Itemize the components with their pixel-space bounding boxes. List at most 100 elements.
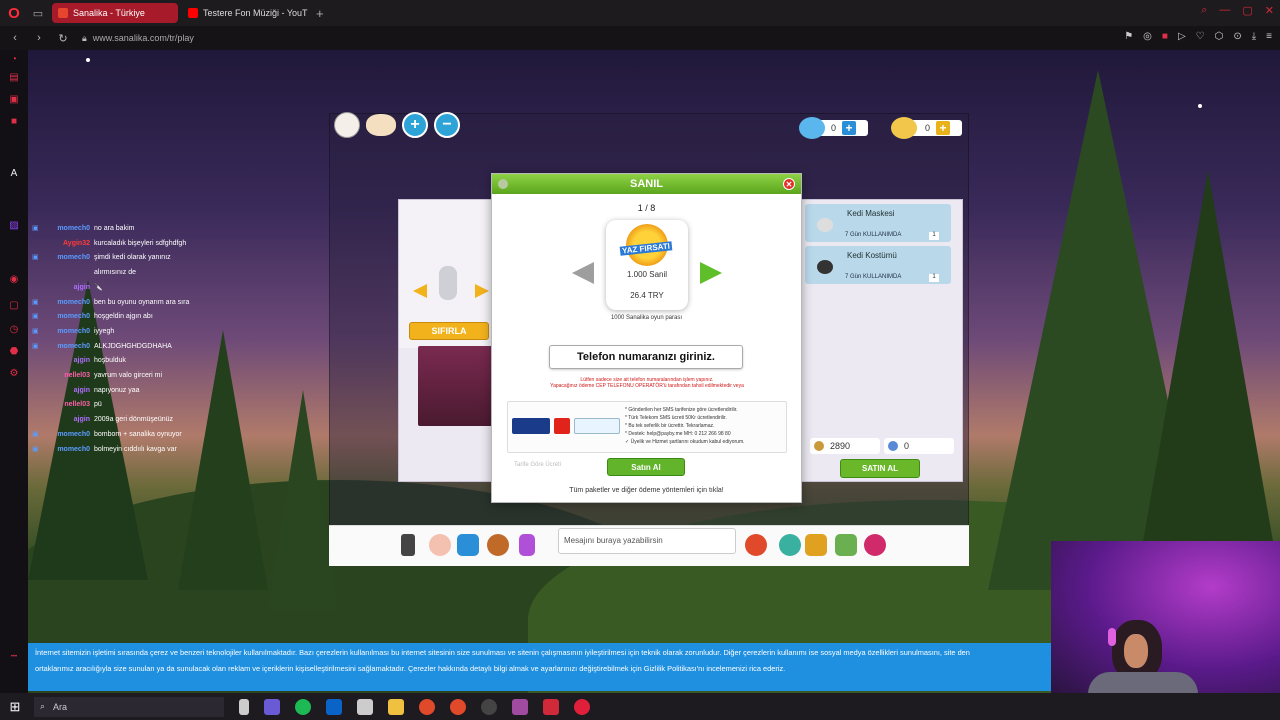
lock-icon: 🔒︎ (82, 32, 87, 43)
back-button[interactable]: ‹ (6, 32, 24, 44)
chat-message: ▣ momech0 hoşgeldin ajgın abı (32, 310, 262, 325)
cube-icon[interactable]: ⬡ (1215, 31, 1224, 42)
shop-item[interactable]: Kedi Maskesi 7 Gün KULLANIMDA 1 (805, 204, 951, 242)
chat-text: pü (94, 401, 102, 409)
play-icon[interactable]: ▷ (1178, 31, 1186, 42)
file-explorer-icon[interactable] (388, 698, 404, 715)
all-packages-link[interactable]: Tüm paketler ve diğer ödeme yöntemleri i… (492, 487, 801, 494)
tab-sanalika[interactable]: Sanalika - Türkiye (52, 3, 178, 23)
chat-text: yavrum valo girceri mi (94, 372, 163, 380)
avatar-icon[interactable] (334, 112, 360, 138)
next-package-arrow-icon[interactable] (700, 262, 722, 284)
windows-start-icon[interactable]: ⊞ (0, 693, 30, 720)
package-card[interactable]: YAZ FIRSATI 1.000 Sanil 26.4 TRY (606, 220, 688, 310)
outlook-icon[interactable] (326, 698, 342, 715)
zoom-in-icon[interactable]: + (402, 112, 428, 138)
operator-box: * Gönderilen her SMS tarifenize göre ücr… (507, 401, 787, 453)
add-coin-button[interactable]: + (936, 121, 951, 135)
address-field[interactable]: 🔒︎ www.sanalika.com/tr/play (82, 33, 194, 44)
calculator-icon[interactable] (357, 698, 373, 715)
chrome-icon-2[interactable] (450, 698, 466, 715)
phone-icon[interactable] (401, 534, 415, 556)
minimize-button[interactable]: — (1219, 4, 1230, 17)
sidebar-shop-icon[interactable]: ▤ (7, 72, 21, 84)
shop-item[interactable]: Kedi Kostümü 7 Gün KULLANIMDA 1 (805, 246, 951, 284)
cookie-banner[interactable]: İnternet sitemizin işletimi sırasında çe… (28, 643, 1051, 691)
tab-menu-icon[interactable]: ▭ (28, 0, 48, 26)
sidebar-clock-icon[interactable]: ◷ (7, 324, 21, 336)
bookmark-icon[interactable]: ⚑ (1124, 31, 1133, 42)
forward-button[interactable]: › (30, 32, 48, 44)
sidebar-feed-icon[interactable]: ▢ (7, 300, 21, 312)
chat-bubble-icon[interactable] (745, 534, 767, 556)
search-placeholder: Ara (53, 701, 68, 712)
dance-icon[interactable] (519, 534, 535, 556)
zoom-out-icon[interactable]: − (434, 112, 460, 138)
copilot-icon[interactable] (264, 698, 280, 715)
search-icon: ⌕ (40, 701, 46, 711)
close-icon[interactable]: ✕ (783, 178, 795, 190)
add-diamond-button[interactable]: + (842, 121, 857, 135)
room-preview (418, 346, 494, 426)
friends-icon[interactable] (487, 534, 509, 556)
emoji-icon[interactable] (779, 534, 801, 556)
package-description: 1000 Sanalika oyun parası (610, 315, 683, 321)
spotify-icon[interactable] (295, 698, 311, 715)
sidebar-more-icon[interactable]: ••• (7, 654, 21, 666)
camera-icon[interactable]: ◎ (1143, 31, 1152, 42)
tab-youtube[interactable]: Testere Fon Müziği - YouT (182, 3, 308, 23)
sidebar-settings-icon[interactable]: ⚙ (7, 368, 21, 380)
obs-icon[interactable] (481, 698, 497, 715)
reload-button[interactable]: ↻ (54, 32, 72, 45)
sidebar-twitch-icon[interactable]: ▨ (7, 220, 21, 232)
shield-icon[interactable]: ■ (1162, 31, 1168, 42)
reset-button[interactable]: SIFIRLA (409, 322, 489, 340)
chat-message: ▣ momech0 bolmeyin cıddıılı kavga var (32, 443, 262, 458)
prev-package-arrow-icon[interactable] (572, 262, 594, 284)
new-tab-button[interactable]: + (316, 6, 324, 21)
phone-number-field[interactable]: Telefon numaranızı giriniz. (549, 345, 743, 369)
winrar-icon[interactable] (512, 698, 528, 715)
clothes-icon[interactable] (457, 534, 479, 556)
chat-username: momech0 (57, 327, 90, 335)
heart-icon[interactable]: ♡ (1196, 31, 1205, 42)
twitch-icon: ▣ (32, 430, 39, 438)
tree-decoration (268, 390, 338, 610)
opera-gx-icon[interactable] (543, 698, 559, 715)
sidebar-history-icon[interactable]: ◔ (7, 54, 21, 66)
speech-icon[interactable] (366, 114, 396, 136)
gesture-icon[interactable] (429, 534, 451, 556)
sidebar-music-icon[interactable]: ◉ (7, 274, 21, 286)
game-chat-input[interactable]: Mesajını buraya yazabilirsin (558, 528, 736, 554)
sidebar-aria-icon[interactable]: A (7, 168, 21, 180)
search-tabs-icon[interactable]: ⌕ (1201, 4, 1207, 17)
sidebar-mail-icon[interactable]: ▣ (7, 94, 21, 106)
sidebar-extensions-icon[interactable]: ⬣ (7, 346, 21, 358)
download-icon[interactable]: ⤓ (1252, 31, 1256, 42)
close-window-button[interactable]: ✕ (1265, 4, 1274, 17)
buy-button[interactable]: Satın Al (607, 458, 685, 476)
sidebar-messenger-icon[interactable]: ■ (7, 116, 21, 128)
menu-icon[interactable]: ≡ (1266, 31, 1272, 42)
taskbar-search[interactable]: ⌕ Ara (34, 696, 224, 717)
twitch-icon: ▣ (32, 445, 39, 453)
island-icon[interactable] (835, 534, 857, 556)
chat-message: ajgin hoşbulduk (32, 354, 262, 369)
trophy-icon[interactable] (805, 534, 827, 556)
task-view-icon[interactable] (239, 698, 249, 715)
prev-arrow-icon[interactable] (413, 284, 427, 298)
maximize-button[interactable]: ▢ (1242, 4, 1252, 17)
heart-menu-icon[interactable] (864, 534, 886, 556)
account-icon[interactable]: ⊙ (1233, 31, 1241, 42)
opera-logo-icon[interactable]: O (0, 0, 28, 26)
chat-username: nellel03 (64, 372, 90, 380)
tab-title: Sanalika - Türkiye (73, 8, 145, 18)
chrome-icon[interactable] (419, 698, 435, 715)
next-arrow-icon[interactable] (475, 284, 489, 298)
shop-buy-button[interactable]: SATIN AL (840, 459, 920, 478)
terms-checkbox[interactable]: ✓ Üyelik ve Hizmet şartlarını okudum kab… (625, 438, 745, 446)
opera-icon[interactable] (574, 698, 590, 715)
twitch-icon (32, 413, 40, 428)
tree-decoration (1138, 170, 1278, 570)
opera-sidebar: ◔ ▤ ▣ ■ A ▨ ◉ ▢ ◷ ⬣ ⚙ ••• (0, 50, 28, 693)
